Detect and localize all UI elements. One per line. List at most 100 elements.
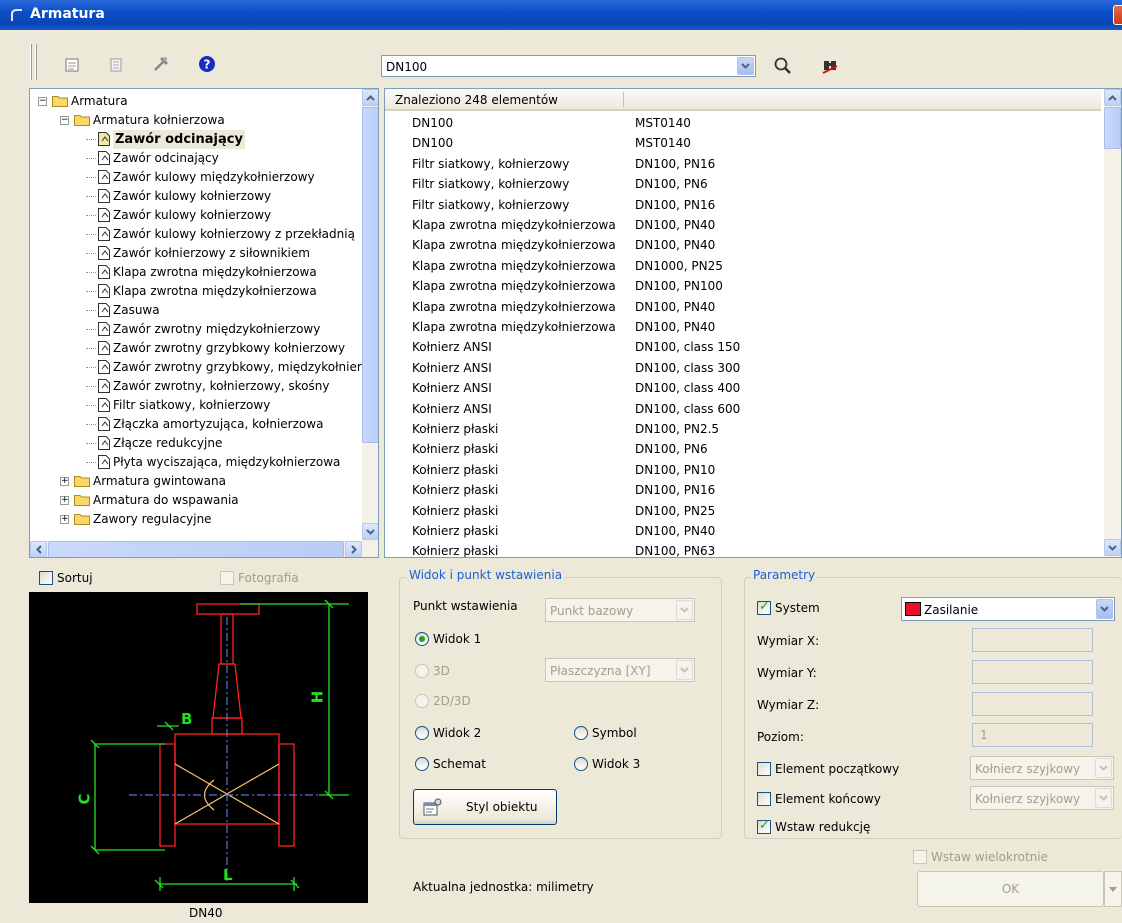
plane-select[interactable]: Płaszczyzna [XY] (545, 658, 695, 682)
ok-button[interactable]: OK (917, 871, 1104, 907)
properties-icon[interactable] (61, 54, 83, 76)
tree-item[interactable]: Złącze redukcyjne (30, 434, 360, 453)
tree-item[interactable]: Złączka amortyzująca, kołnierzowa (30, 415, 360, 434)
search-icon[interactable] (772, 55, 794, 77)
table-row[interactable]: Kołnierz ANSI DN100, class 400 (385, 378, 1101, 398)
find-clear-icon[interactable] (819, 55, 841, 77)
table-row[interactable]: Kołnierz ANSI DN100, class 300 (385, 358, 1101, 378)
tree-item[interactable]: + Armatura gwintowana (30, 472, 360, 491)
tree-item[interactable]: Zawór kulowy międzykołnierzowy (30, 168, 360, 187)
start-element-checkbox[interactable] (757, 762, 771, 776)
sort-checkbox[interactable] (39, 571, 53, 585)
tree-item[interactable]: Zawór kulowy kołnierzowy (30, 187, 360, 206)
2d3d-radio[interactable] (415, 694, 429, 708)
table-row[interactable]: Klapa zwrotna międzykołnierzowa DN1000, P… (385, 256, 1101, 276)
tree-vertical-scrollbar[interactable] (362, 89, 378, 541)
list-scroll-up[interactable] (1104, 89, 1121, 106)
tree-item[interactable]: − Armatura kołnierzowa (30, 111, 360, 130)
expand-toggle-icon[interactable]: + (60, 496, 69, 505)
table-row[interactable]: Kołnierz płaski DN100, PN6 (385, 439, 1101, 459)
system-checkbox[interactable] (757, 599, 771, 615)
results-list[interactable]: Znaleziono 248 elementów DN100 MST0140 DN1… (384, 88, 1122, 558)
table-row[interactable]: Klapa zwrotna międzykołnierzowa DN100, PN… (385, 235, 1101, 255)
view2-radio[interactable] (415, 726, 429, 740)
start-element-dropdown[interactable] (1095, 758, 1112, 778)
tree-item[interactable]: Zawór odcinający (30, 130, 360, 149)
tree-hscroll-thumb[interactable] (48, 541, 344, 557)
table-row[interactable]: Kołnierz płaski DN100, PN40 (385, 521, 1101, 541)
tree-item[interactable]: Zawór kulowy kołnierzowy (30, 206, 360, 225)
expand-toggle-icon[interactable]: + (60, 477, 69, 486)
tree-item[interactable]: Klapa zwrotna międzykołnierzowa (30, 282, 360, 301)
tree-scroll-thumb[interactable] (362, 107, 378, 443)
list-vertical-scrollbar[interactable] (1104, 89, 1121, 557)
list-scroll-thumb[interactable] (1104, 107, 1121, 149)
tree-item[interactable]: Płyta wyciszająca, międzykołnierzowa (30, 453, 360, 472)
view3-radio[interactable] (574, 757, 588, 771)
ok-menu-button[interactable] (1104, 871, 1122, 907)
tree-item[interactable]: + Armatura do wspawania (30, 491, 360, 510)
photo-checkbox[interactable] (220, 571, 234, 585)
level-field[interactable]: 1 (972, 723, 1093, 747)
tree-scroll-down[interactable] (362, 523, 378, 540)
tree-item[interactable]: − Armatura (30, 92, 360, 111)
end-element-checkbox[interactable] (757, 792, 771, 806)
close-button[interactable] (1113, 5, 1122, 25)
table-row[interactable]: Filtr siatkowy, kołnierzowy DN100, PN6 (385, 174, 1101, 194)
table-row[interactable]: Klapa zwrotna międzykołnierzowa DN100, PN… (385, 215, 1101, 235)
search-combo-dropdown[interactable] (737, 57, 754, 75)
insert-multiple-checkbox[interactable] (913, 850, 927, 864)
tools-icon[interactable] (150, 53, 172, 75)
object-style-button[interactable]: Styl obiektu (413, 789, 557, 825)
view1-radio[interactable] (415, 632, 429, 646)
tree-item[interactable]: Zawór zwrotny grzybkowy, międzykołnierzo… (30, 358, 378, 377)
collapse-toggle-icon[interactable]: − (60, 116, 69, 125)
dim-z-field[interactable] (972, 692, 1093, 716)
plane-dropdown[interactable] (676, 660, 693, 680)
table-row[interactable]: Klapa zwrotna międzykołnierzowa DN100, PN… (385, 297, 1101, 317)
end-element-select[interactable]: Kołnierz szyjkowy (970, 786, 1114, 810)
table-row[interactable]: Kołnierz płaski DN100, PN16 (385, 480, 1101, 500)
column-divider[interactable] (623, 92, 624, 107)
table-row[interactable]: Klapa zwrotna międzykołnierzowa DN100, PN… (385, 317, 1101, 337)
tree-item[interactable]: Zawór zwrotny międzykołnierzowy (30, 320, 360, 339)
table-row[interactable]: DN100 MST0140 (385, 133, 1101, 153)
toolbar-grip[interactable] (30, 44, 32, 80)
tree-item[interactable]: Zawór kołnierzowy z siłownikiem (30, 244, 360, 263)
symbol-radio[interactable] (574, 726, 588, 740)
schemat-radio[interactable] (415, 757, 429, 771)
insert-reduction-checkbox[interactable] (757, 818, 771, 834)
tree-scroll-left[interactable] (30, 541, 47, 557)
tree-item[interactable]: Zawór kulowy kołnierzowy z przekładnią (30, 225, 360, 244)
insert-point-select[interactable]: Punkt bazowy (545, 598, 695, 622)
list-icon[interactable] (105, 54, 127, 76)
toolbar-grip-2[interactable] (35, 44, 37, 80)
system-dropdown[interactable] (1096, 599, 1113, 619)
list-scroll-down[interactable] (1104, 539, 1121, 556)
table-row[interactable]: Kołnierz płaski DN100, PN2.5 (385, 419, 1101, 439)
table-row[interactable]: Filtr siatkowy, kołnierzowy DN100, PN16 (385, 195, 1101, 215)
help-icon[interactable]: ? (196, 53, 218, 75)
tree-scroll-right[interactable] (345, 541, 362, 557)
list-header[interactable]: Znaleziono 248 elementów (385, 89, 1101, 111)
table-row[interactable]: Filtr siatkowy, kołnierzowy DN100, PN16 (385, 154, 1101, 174)
search-combo[interactable]: DN100 (381, 55, 756, 77)
tree-scroll-up[interactable] (362, 89, 378, 106)
3d-radio[interactable] (415, 664, 429, 678)
insert-point-dropdown[interactable] (676, 600, 693, 620)
table-row[interactable]: Kołnierz ANSI DN100, class 600 (385, 399, 1101, 419)
tree-item[interactable]: Zawór zwrotny grzybkowy kołnierzowy (30, 339, 360, 358)
tree-item[interactable]: Zawór zwrotny, kołnierzowy, skośny (30, 377, 360, 396)
table-row[interactable]: Kołnierz płaski DN100, PN63 (385, 541, 1101, 557)
tree-item[interactable]: + Zawory regulacyjne (30, 510, 360, 529)
table-row[interactable]: Kołnierz płaski DN100, PN10 (385, 460, 1101, 480)
table-row[interactable]: Klapa zwrotna międzykołnierzowa DN100, PN… (385, 276, 1101, 296)
dim-x-field[interactable] (972, 628, 1093, 652)
dim-y-field[interactable] (972, 660, 1093, 684)
collapse-toggle-icon[interactable]: − (38, 97, 47, 106)
expand-toggle-icon[interactable]: + (60, 515, 69, 524)
category-tree[interactable]: − Armatura − Armatura kołnierzowa Zawór odci… (29, 88, 379, 558)
tree-horizontal-scrollbar[interactable] (30, 541, 378, 557)
tree-item[interactable]: Zasuwa (30, 301, 360, 320)
table-row[interactable]: DN100 MST0140 (385, 113, 1101, 133)
